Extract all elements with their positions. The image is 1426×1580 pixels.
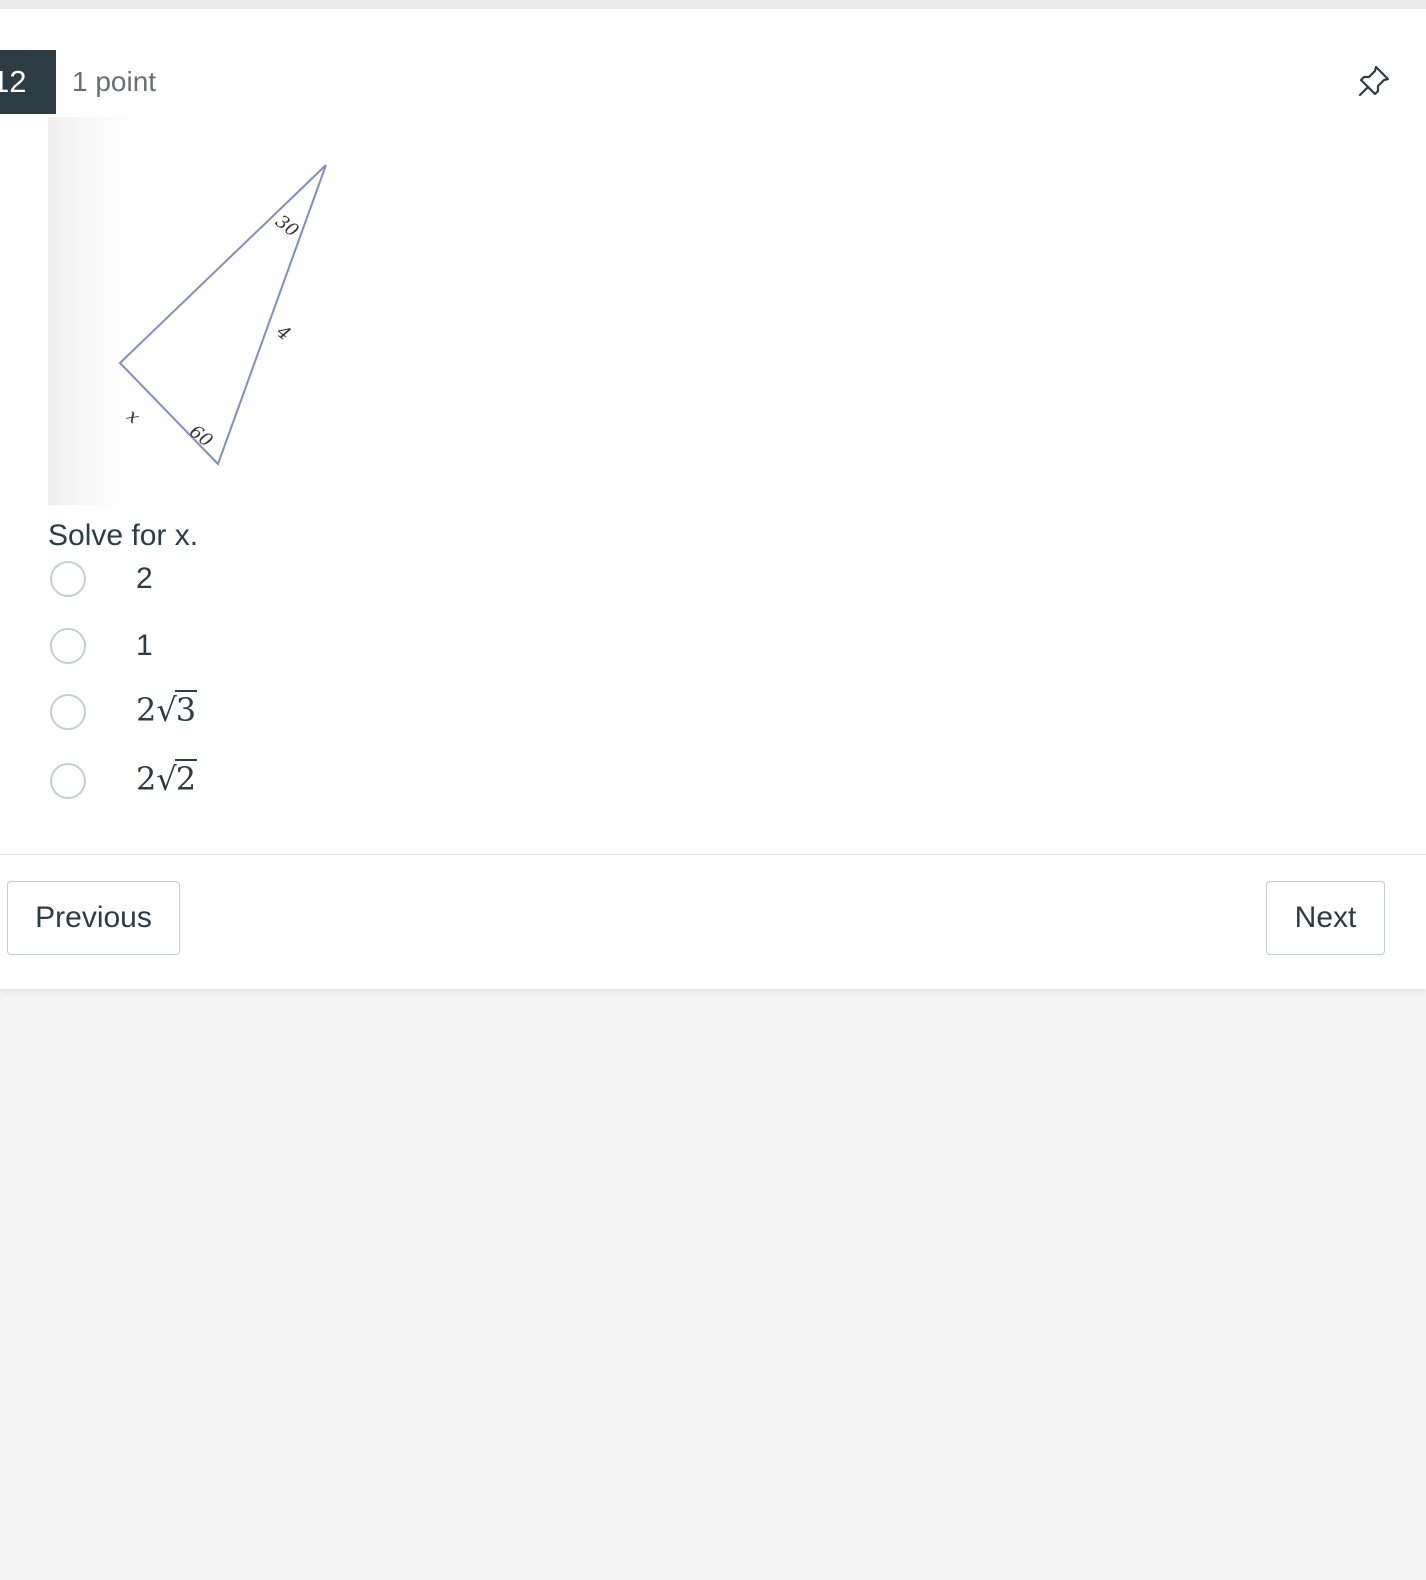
radical-sign: √ [156,691,177,729]
side-left-label: x [122,405,143,428]
question-card: 12 1 point 30 4 x 60 Solve for x. 2 1 2√… [0,9,1426,989]
angle-top-label: 30 [271,211,302,242]
answer-radio[interactable] [50,694,86,730]
answer-math-label: 2√3 [136,688,198,732]
answer-option-3[interactable]: 2√3 [48,686,448,742]
next-button[interactable]: Next [1266,881,1385,955]
answer-radio[interactable] [50,561,86,597]
footer-divider [0,854,1426,855]
top-strip [0,0,1426,9]
math-radicand: 3 [174,690,198,729]
answer-option-1[interactable]: 2 [48,553,448,609]
question-number-badge: 12 [0,50,56,114]
side-right-label: 4 [272,321,295,345]
answer-label: 2 [136,562,153,595]
question-points: 1 point [72,66,157,97]
math-radicand: 2 [174,759,198,798]
answer-radio[interactable] [50,763,86,799]
answer-radio[interactable] [50,628,86,664]
angle-bottom-label: 60 [185,421,216,452]
pin-icon[interactable] [1356,63,1392,99]
math-coefficient: 2 [136,760,157,798]
answer-math-label: 2√2 [136,757,198,801]
previous-button[interactable]: Previous [7,881,180,955]
answer-option-2[interactable]: 1 [48,620,448,676]
radical-sign: √ [156,760,177,798]
triangle-shape [118,164,327,466]
answer-option-4[interactable]: 2√2 [48,755,448,811]
question-prompt: Solve for x. [48,519,199,552]
question-number: 12 [0,64,27,99]
triangle-figure: 30 4 x 60 [48,117,348,505]
answer-label: 1 [136,629,153,662]
math-coefficient: 2 [136,691,157,729]
